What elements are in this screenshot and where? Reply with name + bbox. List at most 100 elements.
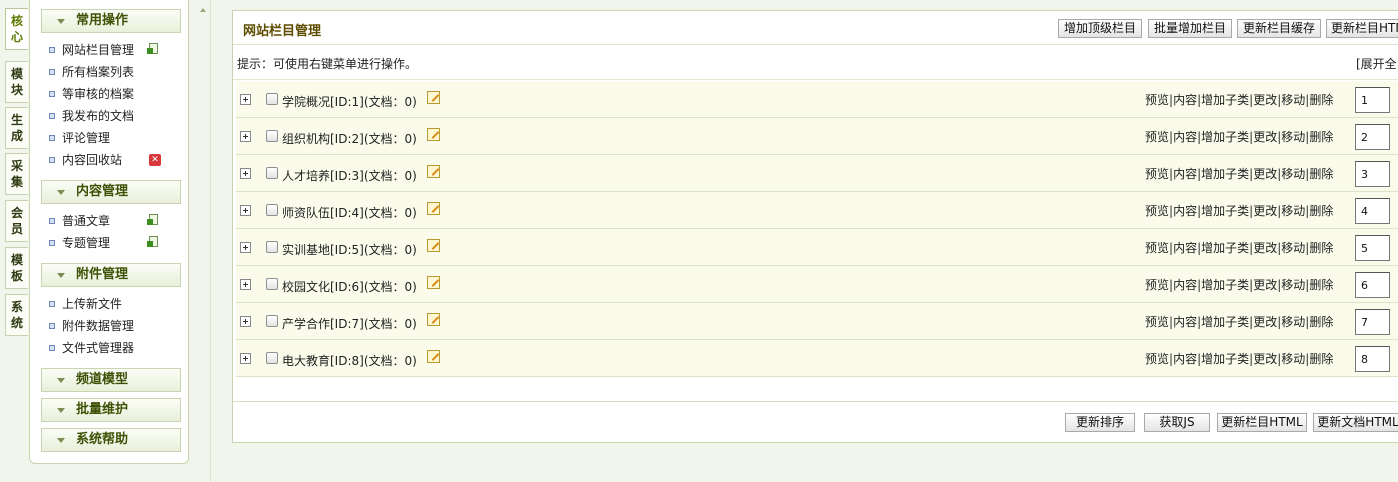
add-subclass-link[interactable]: 增加子类: [1201, 352, 1249, 366]
preview-link[interactable]: 预览: [1145, 93, 1169, 107]
move-link[interactable]: 移动: [1281, 241, 1305, 255]
expand-icon[interactable]: [240, 94, 251, 105]
add-subclass-link[interactable]: 增加子类: [1201, 93, 1249, 107]
preview-link[interactable]: 预览: [1145, 204, 1169, 218]
row-checkbox[interactable]: [266, 130, 278, 142]
menu-item-my-documents[interactable]: 我发布的文档: [49, 107, 134, 125]
sort-order-input[interactable]: 7: [1355, 309, 1390, 335]
content-link[interactable]: 内容: [1173, 315, 1197, 329]
expand-icon[interactable]: [240, 131, 251, 142]
menu-group-content[interactable]: 内容管理: [41, 180, 181, 204]
preview-link[interactable]: 预览: [1145, 167, 1169, 181]
edit-link[interactable]: 更改: [1253, 278, 1277, 292]
preview-link[interactable]: 预览: [1145, 130, 1169, 144]
edit-icon[interactable]: [427, 313, 440, 326]
collapse-arrow-icon[interactable]: [200, 8, 206, 12]
row-checkbox[interactable]: [266, 204, 278, 216]
get-js-button[interactable]: 获取JS: [1144, 413, 1210, 432]
preview-link[interactable]: 预览: [1145, 241, 1169, 255]
add-column-icon[interactable]: [147, 43, 159, 55]
delete-link[interactable]: 删除: [1309, 352, 1333, 366]
tab-members[interactable]: 会 员: [5, 200, 28, 242]
add-subclass-link[interactable]: 增加子类: [1201, 204, 1249, 218]
move-link[interactable]: 移动: [1281, 93, 1305, 107]
batch-add-columns-button[interactable]: 批量增加栏目: [1148, 19, 1232, 38]
move-link[interactable]: 移动: [1281, 130, 1305, 144]
update-column-html-button[interactable]: 更新栏目HTML: [1326, 19, 1398, 38]
menu-group-channel-models[interactable]: 频道模型: [41, 368, 181, 392]
preview-link[interactable]: 预览: [1145, 315, 1169, 329]
add-subclass-link[interactable]: 增加子类: [1201, 130, 1249, 144]
menu-item-pending-archives[interactable]: 等审核的档案: [49, 85, 134, 103]
row-checkbox[interactable]: [266, 352, 278, 364]
row-checkbox[interactable]: [266, 241, 278, 253]
sort-order-input[interactable]: 3: [1355, 161, 1390, 187]
expand-icon[interactable]: [240, 353, 251, 364]
edit-icon[interactable]: [427, 350, 440, 363]
sort-order-input[interactable]: 4: [1355, 198, 1390, 224]
content-link[interactable]: 内容: [1173, 352, 1197, 366]
tab-templates[interactable]: 模 板: [5, 247, 28, 289]
expand-icon[interactable]: [240, 205, 251, 216]
menu-item-articles[interactable]: 普通文章: [49, 212, 110, 230]
edit-link[interactable]: 更改: [1253, 241, 1277, 255]
delete-link[interactable]: 删除: [1309, 130, 1333, 144]
update-sort-button[interactable]: 更新排序: [1065, 413, 1135, 432]
content-link[interactable]: 内容: [1173, 204, 1197, 218]
delete-link[interactable]: 删除: [1309, 315, 1333, 329]
content-link[interactable]: 内容: [1173, 167, 1197, 181]
menu-item-comments[interactable]: 评论管理: [49, 129, 110, 147]
update-column-html-bottom-button[interactable]: 更新栏目HTML: [1217, 413, 1307, 432]
add-topic-icon[interactable]: [147, 236, 159, 248]
sort-order-input[interactable]: 1: [1355, 87, 1390, 113]
menu-item-all-archives[interactable]: 所有档案列表: [49, 63, 134, 81]
add-subclass-link[interactable]: 增加子类: [1201, 241, 1249, 255]
menu-item-topics[interactable]: 专题管理: [49, 234, 110, 252]
preview-link[interactable]: 预览: [1145, 352, 1169, 366]
column-name[interactable]: 电大教育[ID:8](文档：0): [282, 352, 417, 369]
column-name[interactable]: 学院概况[ID:1](文档：0): [282, 93, 417, 110]
add-top-column-button[interactable]: 增加顶级栏目: [1058, 19, 1142, 38]
edit-icon[interactable]: [427, 202, 440, 215]
move-link[interactable]: 移动: [1281, 204, 1305, 218]
row-checkbox[interactable]: [266, 167, 278, 179]
delete-link[interactable]: 删除: [1309, 93, 1333, 107]
edit-link[interactable]: 更改: [1253, 315, 1277, 329]
expand-icon[interactable]: [240, 242, 251, 253]
move-link[interactable]: 移动: [1281, 167, 1305, 181]
edit-link[interactable]: 更改: [1253, 167, 1277, 181]
row-checkbox[interactable]: [266, 315, 278, 327]
move-link[interactable]: 移动: [1281, 278, 1305, 292]
content-link[interactable]: 内容: [1173, 241, 1197, 255]
update-column-cache-button[interactable]: 更新栏目缓存: [1237, 19, 1321, 38]
delete-link[interactable]: 删除: [1309, 278, 1333, 292]
row-checkbox[interactable]: [266, 278, 278, 290]
clear-recycle-icon[interactable]: ✕: [149, 154, 161, 166]
menu-item-attachment-data[interactable]: 附件数据管理: [49, 317, 134, 335]
edit-icon[interactable]: [427, 239, 440, 252]
tab-core[interactable]: 核 心: [5, 8, 28, 50]
menu-item-file-manager[interactable]: 文件式管理器: [49, 339, 134, 357]
add-subclass-link[interactable]: 增加子类: [1201, 315, 1249, 329]
column-name[interactable]: 实训基地[ID:5](文档：0): [282, 241, 417, 258]
content-link[interactable]: 内容: [1173, 278, 1197, 292]
add-subclass-link[interactable]: 增加子类: [1201, 278, 1249, 292]
menu-group-common[interactable]: 常用操作: [41, 9, 181, 33]
menu-item-recycle-bin[interactable]: 内容回收站: [49, 151, 122, 169]
menu-item-column-manage[interactable]: 网站栏目管理: [49, 41, 134, 59]
tab-collect[interactable]: 采 集: [5, 153, 28, 195]
expand-icon[interactable]: [240, 168, 251, 179]
menu-group-batch[interactable]: 批量维护: [41, 398, 181, 422]
sort-order-input[interactable]: 8: [1355, 346, 1390, 372]
edit-icon[interactable]: [427, 276, 440, 289]
preview-link[interactable]: 预览: [1145, 278, 1169, 292]
edit-link[interactable]: 更改: [1253, 130, 1277, 144]
tab-system[interactable]: 系 统: [5, 294, 28, 336]
tab-generate[interactable]: 生 成: [5, 107, 28, 149]
edit-icon[interactable]: [427, 91, 440, 104]
edit-link[interactable]: 更改: [1253, 93, 1277, 107]
add-article-icon[interactable]: [147, 214, 159, 226]
add-subclass-link[interactable]: 增加子类: [1201, 167, 1249, 181]
sort-order-input[interactable]: 6: [1355, 272, 1390, 298]
expand-icon[interactable]: [240, 316, 251, 327]
